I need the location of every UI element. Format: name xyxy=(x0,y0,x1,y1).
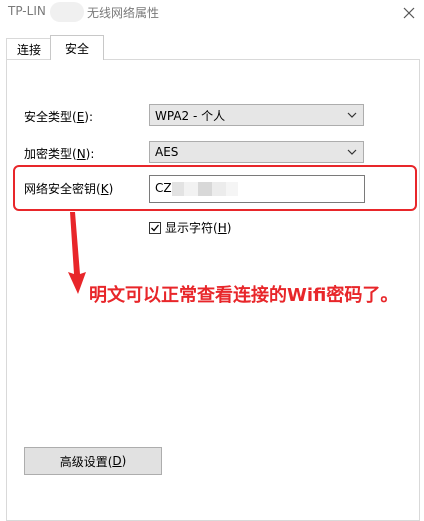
title-bar: TP-LIN 无线网络属性 xyxy=(0,0,424,26)
close-button[interactable] xyxy=(394,0,424,26)
title-redaction xyxy=(50,2,84,22)
window-title-prefix: TP-LIN xyxy=(8,4,46,18)
tab-connection[interactable]: 连接 xyxy=(6,38,52,59)
advanced-settings-button[interactable]: 高级设置(D) xyxy=(24,447,162,475)
security-type-value: WPA2 - 个人 xyxy=(155,108,226,123)
chevron-down-icon xyxy=(347,112,357,118)
show-characters-checkbox[interactable] xyxy=(149,221,161,234)
chevron-down-icon xyxy=(347,149,357,155)
show-characters-label: 显示字符(H) xyxy=(165,221,232,235)
security-type-label: 安全类型(E): xyxy=(24,110,94,124)
arrow-down-icon xyxy=(68,212,86,294)
highlight-box xyxy=(13,165,417,211)
annotation-text: 明文可以正常查看连接的Wifi密码了。 xyxy=(89,285,399,306)
close-icon xyxy=(403,7,415,19)
show-characters-row[interactable]: 显示字符(H) xyxy=(149,219,231,236)
tab-connection-label: 连接 xyxy=(16,42,41,57)
security-type-select[interactable]: WPA2 - 个人 xyxy=(149,104,364,126)
tab-security-label: 安全 xyxy=(64,41,89,56)
checkmark-icon xyxy=(151,224,160,231)
tab-security[interactable]: 安全 xyxy=(50,35,104,60)
encryption-type-select[interactable]: AES xyxy=(149,141,364,163)
window-title-suffix: 无线网络属性 xyxy=(87,6,160,20)
encryption-type-label: 加密类型(N): xyxy=(24,147,95,161)
encryption-type-value: AES xyxy=(155,145,179,159)
